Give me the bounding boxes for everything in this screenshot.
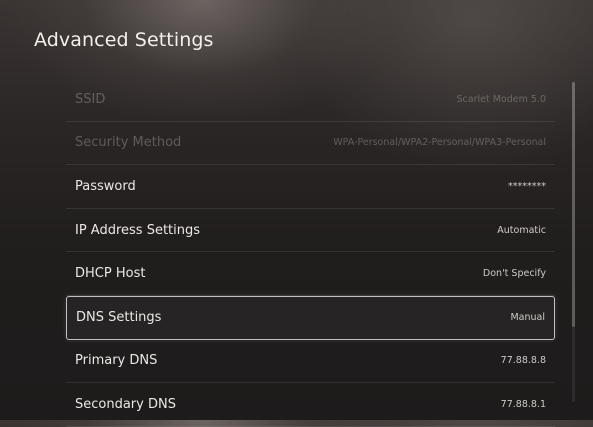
ssid-label: SSID bbox=[75, 91, 106, 107]
secondary-dns-label: Secondary DNS bbox=[75, 396, 176, 412]
ssid-value: Scarlet Modem 5.0 bbox=[456, 93, 546, 105]
secondary-dns-value: 77.88.8.1 bbox=[500, 398, 546, 410]
setting-row-ssid: SSID Scarlet Modem 5.0 bbox=[66, 78, 555, 122]
password-label: Password bbox=[75, 178, 136, 194]
ip-address-settings-value: Automatic bbox=[497, 224, 546, 236]
primary-dns-label: Primary DNS bbox=[75, 353, 158, 369]
setting-row-secondary-dns[interactable]: Secondary DNS 77.88.8.1 bbox=[66, 383, 555, 427]
setting-row-dns-settings[interactable]: DNS Settings Manual bbox=[66, 295, 555, 340]
dhcp-host-label: DHCP Host bbox=[75, 266, 146, 282]
dns-settings-value: Manual bbox=[510, 312, 545, 324]
setting-row-dhcp-host[interactable]: DHCP Host Don't Specify bbox=[66, 252, 555, 296]
scrollbar[interactable] bbox=[572, 82, 575, 402]
page-title: Advanced Settings bbox=[34, 29, 214, 51]
security-method-value: WPA-Personal/WPA2-Personal/WPA3-Personal bbox=[333, 137, 546, 149]
scrollbar-thumb[interactable] bbox=[572, 82, 575, 327]
ip-address-settings-label: IP Address Settings bbox=[75, 222, 201, 238]
security-method-label: Security Method bbox=[75, 135, 182, 151]
password-value: ******** bbox=[508, 180, 546, 192]
dhcp-host-value: Don't Specify bbox=[482, 268, 546, 280]
primary-dns-value: 77.88.8.8 bbox=[500, 355, 546, 367]
dns-settings-label: DNS Settings bbox=[76, 310, 162, 326]
setting-row-security-method: Security Method WPA-Personal/WPA2-Person… bbox=[66, 122, 555, 166]
setting-row-primary-dns[interactable]: Primary DNS 77.88.8.8 bbox=[66, 340, 555, 384]
setting-row-ip-address-settings[interactable]: IP Address Settings Automatic bbox=[66, 209, 555, 253]
settings-list: SSID Scarlet Modem 5.0 Security Method W… bbox=[66, 78, 555, 427]
setting-row-password[interactable]: Password ******** bbox=[66, 165, 555, 209]
